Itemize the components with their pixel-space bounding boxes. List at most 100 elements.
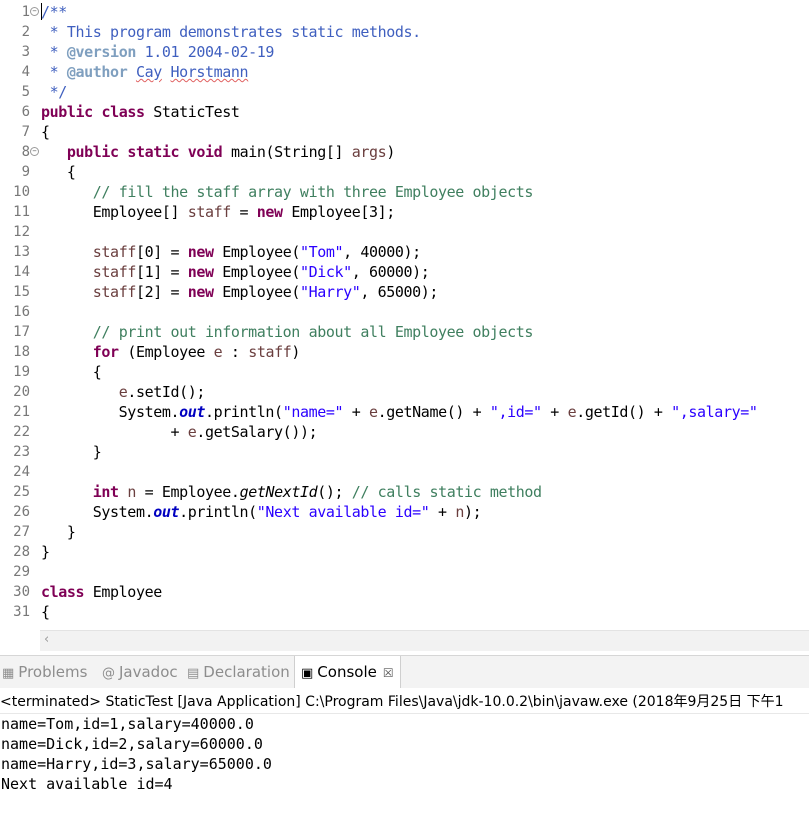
line-number: 10: [13, 184, 30, 200]
code-line: 23 }: [0, 442, 809, 462]
console-line: Next available id=4: [1, 775, 173, 793]
tab-javadoc[interactable]: @ Javadoc: [102, 656, 178, 688]
line-number: 2: [21, 24, 30, 40]
code-text: {: [41, 163, 76, 181]
code-line: 7{: [0, 122, 809, 142]
view-tab-bar: ▦ Problems @ Javadoc ▤ Declaration ▣ Console…: [0, 656, 809, 688]
code-text: * This program demonstrates static metho…: [41, 23, 422, 41]
code-line: 31 {: [0, 602, 809, 622]
console-output[interactable]: name=Tom,id=1,salary=40000.0 name=Dick,id…: [1, 714, 809, 794]
line-number: 29: [13, 564, 30, 580]
line-number: 28: [13, 544, 30, 560]
code-text: for (Employee e : staff): [92, 343, 301, 361]
console-icon: ▣: [301, 666, 314, 681]
code-line: 30 class Employee: [0, 582, 809, 602]
code-text: }: [41, 523, 76, 541]
line-number: 21: [13, 404, 30, 420]
line-number: 26: [13, 504, 30, 520]
problems-icon: ▦: [2, 666, 15, 681]
code-line: 8− public static void main(String[] args…: [0, 142, 809, 162]
code-line: 24: [0, 462, 809, 482]
line-number: 1: [21, 4, 30, 20]
code-line: 5 */: [0, 82, 809, 102]
line-number: 15: [13, 284, 30, 300]
code-line: 13 staff[0] = new Employee("Tom", 40000)…: [0, 242, 809, 262]
line-number: 30: [13, 584, 30, 600]
code-text: {: [41, 363, 102, 381]
code-line: 1−/**: [0, 2, 809, 22]
horizontal-scrollbar[interactable]: ‹: [40, 630, 809, 651]
line-number: 22: [13, 424, 30, 440]
line-number: 5: [21, 84, 30, 100]
code-text: e.setId();: [118, 383, 206, 401]
code-line: 14 staff[1] = new Employee("Dick", 60000…: [0, 262, 809, 282]
code-line: 18 for (Employee e : staff): [0, 342, 809, 362]
code-line: 28}: [0, 542, 809, 562]
code-line: 12: [0, 222, 809, 242]
code-line: 27 }: [0, 522, 809, 542]
console-line: name=Tom,id=1,salary=40000.0: [1, 715, 254, 733]
code-line: 15 staff[2] = new Employee("Harry", 6500…: [0, 282, 809, 302]
line-number: 31: [13, 604, 30, 620]
code-line: 3 * @version 1.01 2004-02-19: [0, 42, 809, 62]
text-caret: [41, 3, 42, 20]
line-number: 4: [21, 64, 30, 80]
line-number: 17: [13, 324, 30, 340]
code-line: 9 {: [0, 162, 809, 182]
line-number: 12: [13, 224, 30, 240]
code-line: 25 int n = Employee.getNextId(); // call…: [0, 482, 809, 502]
line-number: 14: [13, 264, 30, 280]
code-line: 20 e.setId();: [0, 382, 809, 402]
code-text: {: [41, 123, 50, 141]
line-number: 13: [13, 244, 30, 260]
scroll-left-icon[interactable]: ‹: [44, 632, 49, 647]
code-editor[interactable]: 1−/** 2 * This program demonstrates stati…: [0, 0, 809, 630]
line-number: 9: [21, 164, 30, 180]
code-line: 26 System.out.println("Next available id…: [0, 502, 809, 522]
console-launch-header: <terminated> StaticTest [Java Applicatio…: [0, 691, 809, 714]
code-text: staff[1] = new Employee("Dick", 60000);: [92, 263, 430, 281]
code-line: 4 * @author Cay Horstmann: [0, 62, 809, 82]
code-text: staff[2] = new Employee("Harry", 65000);: [92, 283, 439, 301]
code-line: 17 // print out information about all Em…: [0, 322, 809, 342]
javadoc-icon: @: [102, 666, 115, 681]
code-text: public static void main(String[] args): [66, 143, 395, 161]
code-lines: 1−/** 2 * This program demonstrates stati…: [0, 2, 809, 622]
code-text: // fill the staff array with three Emplo…: [92, 183, 534, 201]
tab-console[interactable]: ▣ Console ☒: [294, 656, 401, 688]
line-number: 27: [13, 524, 30, 540]
line-number: 6: [21, 104, 30, 120]
line-number: 8: [21, 144, 30, 160]
code-text: class Employee: [41, 583, 162, 601]
fold-toggle-icon[interactable]: −: [30, 147, 39, 156]
line-number: 19: [13, 364, 30, 380]
code-line: 11 Employee[] staff = new Employee[3];: [0, 202, 809, 222]
line-number: 23: [13, 444, 30, 460]
code-text: staff[0] = new Employee("Tom", 40000);: [92, 243, 421, 261]
tab-problems[interactable]: ▦ Problems: [2, 656, 87, 688]
declaration-icon: ▤: [187, 666, 200, 681]
code-text: public class StaticTest: [41, 103, 240, 121]
line-number: 3: [21, 44, 30, 60]
code-text: * @author Cay Horstmann: [41, 63, 249, 81]
code-text: * @version 1.01 2004-02-19: [41, 43, 275, 61]
code-text: }: [41, 443, 102, 461]
code-text: {: [41, 603, 50, 621]
line-number: 25: [13, 484, 30, 500]
line-number: 24: [13, 464, 30, 480]
code-text: System.out.println("Next available id=" …: [41, 503, 482, 521]
line-number: 20: [13, 384, 30, 400]
code-text: Employee[] staff = new Employee[3];: [41, 203, 396, 221]
close-tab-icon[interactable]: ☒: [383, 666, 394, 680]
code-line: 19 {: [0, 362, 809, 382]
console-line: name=Dick,id=2,salary=60000.0: [1, 735, 263, 753]
tab-declaration[interactable]: ▤ Declaration: [187, 656, 290, 688]
line-number: 16: [13, 304, 30, 320]
code-line: 16: [0, 302, 809, 322]
code-line: 10 // fill the staff array with three Em…: [0, 182, 809, 202]
line-number: 18: [13, 344, 30, 360]
console-line: name=Harry,id=3,salary=65000.0: [1, 755, 272, 773]
fold-toggle-icon[interactable]: −: [30, 7, 39, 16]
code-line: 2 * This program demonstrates static met…: [0, 22, 809, 42]
line-number: 7: [21, 124, 30, 140]
